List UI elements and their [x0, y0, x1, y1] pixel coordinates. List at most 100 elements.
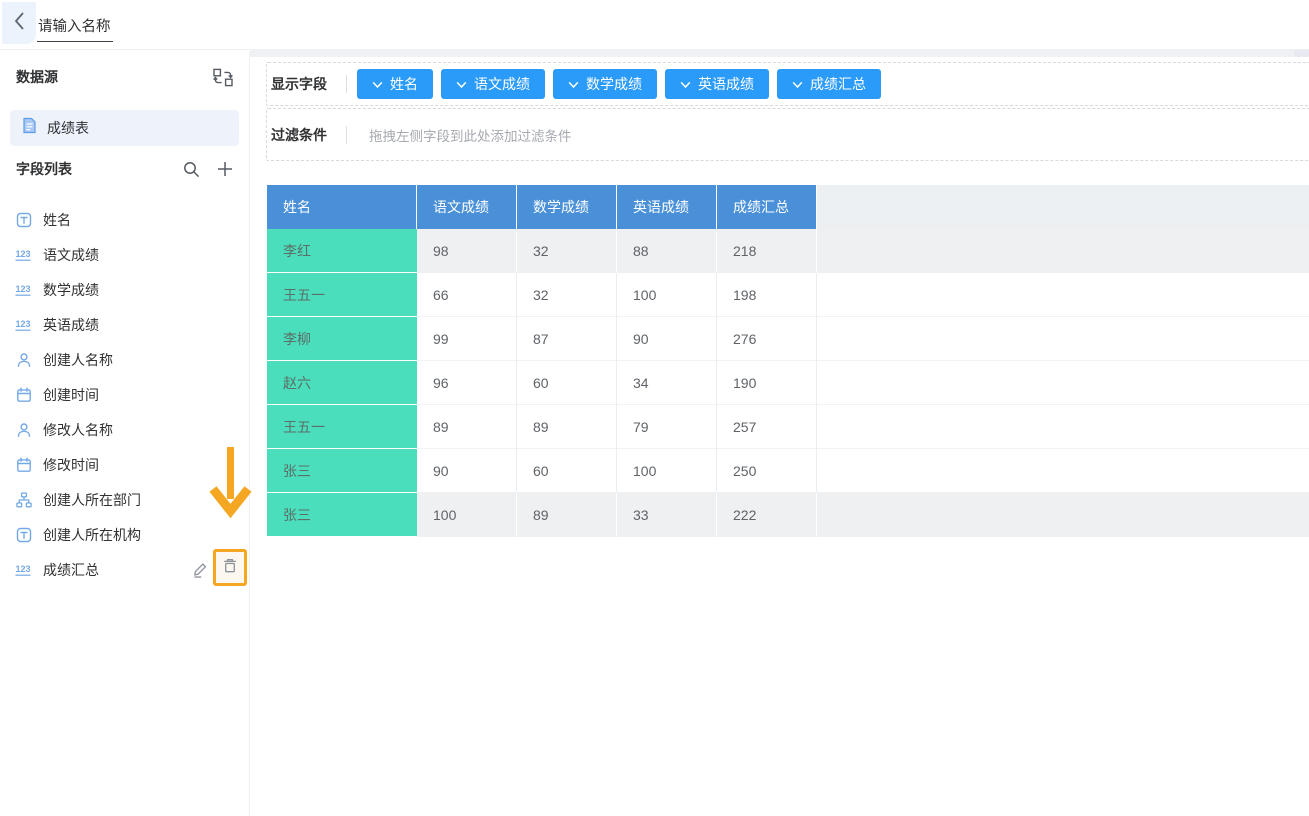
edit-field-button[interactable]	[192, 561, 209, 578]
table-header-filler	[817, 185, 1309, 229]
field-list-item[interactable]: 123 成绩汇总	[0, 552, 249, 587]
field-list-item[interactable]: 创建时间	[0, 377, 249, 412]
value-cell: 60	[517, 361, 617, 405]
name-cell: 王五一	[267, 405, 417, 449]
value-cell: 90	[417, 449, 517, 493]
display-field-chip[interactable]: 英语成绩	[665, 69, 769, 99]
field-list-item[interactable]: 修改时间	[0, 447, 249, 482]
field-list-item[interactable]: 姓名	[0, 202, 249, 237]
plus-icon[interactable]	[217, 161, 233, 177]
table-header-cell: 语文成绩	[417, 185, 517, 229]
main-panel: 显示字段 姓名 语文成绩	[262, 57, 1309, 816]
swap-datasource-icon[interactable]	[213, 68, 233, 87]
field-list-item[interactable]: 123 英语成绩	[0, 307, 249, 342]
chevron-down-icon	[568, 76, 579, 92]
value-cell: 198	[717, 273, 817, 317]
value-cell: 257	[717, 405, 817, 449]
display-field-chips: 姓名 语文成绩 数学成绩	[357, 69, 881, 99]
number-icon: 123	[14, 247, 34, 263]
table-row: 王五一6632100198	[267, 273, 1309, 317]
field-label: 语文成绩	[43, 245, 99, 265]
value-cell: 250	[717, 449, 817, 493]
table-header-row: 姓名语文成绩数学成绩英语成绩成绩汇总	[267, 185, 1309, 229]
value-cell: 88	[617, 229, 717, 273]
search-icon[interactable]	[183, 161, 200, 178]
table-row: 张三1008933222	[267, 493, 1309, 537]
value-cell: 32	[517, 229, 617, 273]
value-cell: 87	[517, 317, 617, 361]
value-cell: 190	[717, 361, 817, 405]
main-top-strip	[250, 50, 1309, 57]
field-list-item[interactable]: 创建人所在部门	[0, 482, 249, 517]
name-cell: 张三	[267, 493, 417, 537]
display-field-chip[interactable]: 姓名	[357, 69, 433, 99]
table-row: 王五一898979257	[267, 405, 1309, 449]
table-row: 李柳998790276	[267, 317, 1309, 361]
datasource-item[interactable]: 成绩表	[10, 110, 239, 146]
field-list-item[interactable]: 修改人名称	[0, 412, 249, 447]
value-cell: 89	[517, 493, 617, 537]
field-label: 创建人所在机构	[43, 525, 141, 545]
filter-section[interactable]: 过滤条件 拖拽左侧字段到此处添加过滤条件	[266, 108, 1309, 161]
row-filler	[817, 317, 1309, 361]
display-field-chip[interactable]: 数学成绩	[553, 69, 657, 99]
display-fields-label: 显示字段	[271, 74, 327, 94]
person-icon	[14, 422, 34, 438]
field-label: 修改人名称	[43, 420, 113, 440]
field-label: 修改时间	[43, 455, 99, 475]
table-header-cell: 姓名	[267, 185, 417, 229]
number-icon: 123	[14, 562, 34, 578]
sidebar: 数据源 成绩表 字段列表	[0, 51, 250, 816]
field-list-item[interactable]: 创建人所在机构	[0, 517, 249, 552]
datasource-section-title: 数据源	[16, 67, 58, 87]
row-filler	[817, 493, 1309, 537]
field-label: 数学成绩	[43, 280, 99, 300]
chevron-down-icon	[372, 76, 383, 92]
field-label: 创建人名称	[43, 350, 113, 370]
result-table: 姓名语文成绩数学成绩英语成绩成绩汇总 李红983288218王五一6632100…	[267, 185, 1309, 537]
row-filler	[817, 405, 1309, 449]
value-cell: 98	[417, 229, 517, 273]
svg-text:123: 123	[16, 284, 31, 294]
value-cell: 34	[617, 361, 717, 405]
field-list: 姓名 123 语文成绩 123 数学成绩 123 英语成绩 创建人名称	[0, 202, 249, 587]
table-row: 李红983288218	[267, 229, 1309, 273]
field-list-item[interactable]: 创建人名称	[0, 342, 249, 377]
table-body: 李红983288218王五一6632100198李柳998790276赵六966…	[267, 229, 1309, 537]
report-name-input[interactable]: 请输入名称	[37, 15, 113, 42]
org-icon	[14, 492, 34, 508]
chevron-down-icon	[456, 76, 467, 92]
top-bar: 请输入名称	[0, 0, 1309, 50]
number-icon: 123	[14, 317, 34, 333]
field-list-item[interactable]: 123 数学成绩	[0, 272, 249, 307]
field-list-section-title: 字段列表	[16, 159, 183, 179]
value-cell: 218	[717, 229, 817, 273]
delete-field-button[interactable]	[213, 549, 247, 586]
name-cell: 王五一	[267, 273, 417, 317]
value-cell: 60	[517, 449, 617, 493]
value-cell: 100	[417, 493, 517, 537]
number-icon: 123	[14, 282, 34, 298]
value-cell: 33	[617, 493, 717, 537]
field-list-item[interactable]: 123 语文成绩	[0, 237, 249, 272]
svg-text:123: 123	[16, 249, 31, 259]
calendar-icon	[14, 387, 34, 403]
display-field-chip[interactable]: 语文成绩	[441, 69, 545, 99]
value-cell: 100	[617, 449, 717, 493]
table-row: 张三9060100250	[267, 449, 1309, 493]
datasource-item-label: 成绩表	[47, 118, 89, 138]
field-label: 成绩汇总	[43, 560, 99, 580]
back-button[interactable]	[2, 2, 36, 44]
chevron-left-icon	[13, 11, 25, 36]
table-header-cell: 数学成绩	[517, 185, 617, 229]
value-cell: 66	[417, 273, 517, 317]
field-label: 英语成绩	[43, 315, 99, 335]
person-icon	[14, 352, 34, 368]
row-filler	[817, 229, 1309, 273]
value-cell: 89	[517, 405, 617, 449]
field-label: 创建时间	[43, 385, 99, 405]
display-field-chip[interactable]: 成绩汇总	[777, 69, 881, 99]
text-icon	[14, 212, 34, 228]
value-cell: 32	[517, 273, 617, 317]
name-cell: 张三	[267, 449, 417, 493]
